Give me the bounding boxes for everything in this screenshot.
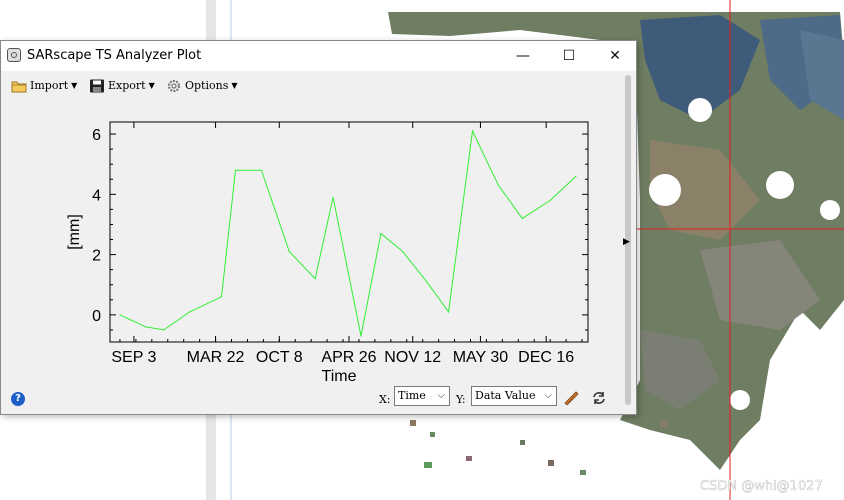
plot-frame xyxy=(109,121,589,343)
y-axis-selector-label: Y: xyxy=(456,393,466,406)
data-point xyxy=(119,314,121,316)
import-button[interactable]: Import ▼ xyxy=(11,75,77,97)
chevron-down-icon: ▼ xyxy=(231,81,238,90)
data-point xyxy=(145,326,147,328)
data-point xyxy=(260,169,262,171)
data-point xyxy=(163,329,165,331)
export-label: Export xyxy=(108,79,146,92)
data-point xyxy=(426,281,428,283)
x-tick-label: NOV 12 xyxy=(384,349,441,366)
y-axis-select-value: Data Value xyxy=(475,389,536,402)
data-point xyxy=(234,169,237,171)
data-point xyxy=(314,278,316,280)
x-tick-label: MAY 30 xyxy=(453,349,509,366)
x-tick-label: DEC 16 xyxy=(518,349,574,366)
x-axis-selector-label: X: xyxy=(379,393,391,406)
gear-icon xyxy=(167,79,181,93)
x-tick-label: MAR 22 xyxy=(187,349,245,366)
y-tick-label: 0 xyxy=(92,308,101,325)
plot-area: 0 2 4 6 SEP 3 MAR 22 OCT 8 APR 26 NOV 12 MAY 30 DE… xyxy=(92,121,589,366)
data-point xyxy=(471,130,474,132)
maximize-button[interactable]: ☐ xyxy=(546,41,592,71)
toolbar: Import ▼ Export ▼ Options ▼ xyxy=(1,75,621,99)
minimize-button[interactable]: — xyxy=(500,41,546,71)
watermark-text: CSDN @whl@1027 xyxy=(700,479,823,494)
chevron-down-icon: ⌵ xyxy=(437,390,445,401)
y-tick-label: 6 xyxy=(92,127,101,144)
options-button[interactable]: Options ▼ xyxy=(166,75,238,97)
x-axis-select[interactable]: Time ⌵ xyxy=(394,386,450,406)
app-icon xyxy=(7,48,21,62)
x-tick-label: APR 26 xyxy=(321,349,376,366)
data-point xyxy=(360,335,362,337)
data-point xyxy=(189,311,191,313)
data-point xyxy=(521,217,523,220)
y-axis-label: [mm] xyxy=(66,214,83,250)
x-tick-label: SEP 3 xyxy=(111,349,156,366)
data-point xyxy=(380,232,382,235)
save-disk-icon xyxy=(90,79,104,93)
y-axis-select[interactable]: Data Value ⌵ xyxy=(471,386,557,406)
title-bar[interactable]: SARscape TS Analyzer Plot — ☐ ✕ xyxy=(1,41,636,71)
data-point xyxy=(220,296,223,298)
time-series-chart: 0 2 4 6 SEP 3 MAR 22 OCT 8 APR 26 NOV 12 MAY 30 DE… xyxy=(66,121,589,383)
x-axis-label: Time xyxy=(322,368,357,383)
chevron-down-icon: ▼ xyxy=(71,81,78,90)
data-point xyxy=(549,199,551,201)
x-axis-select-value: Time xyxy=(398,389,426,402)
help-icon[interactable]: ? xyxy=(11,392,25,406)
ts-analyzer-window: SARscape TS Analyzer Plot — ☐ ✕ Import ▼ … xyxy=(0,40,637,415)
chevron-down-icon: ▼ xyxy=(148,81,155,90)
window-title: SARscape TS Analyzer Plot xyxy=(27,48,202,63)
export-button[interactable]: Export ▼ xyxy=(89,75,155,97)
data-point xyxy=(447,311,450,313)
bottom-controls: ? X: Time ⌵ Y: Data Value ⌵ xyxy=(1,383,621,411)
data-point xyxy=(575,175,577,177)
refresh-icon[interactable] xyxy=(591,390,607,406)
expand-panel-arrow-icon[interactable]: ▶ xyxy=(623,237,630,247)
chevron-down-icon: ⌵ xyxy=(544,390,552,401)
close-button[interactable]: ✕ xyxy=(592,41,638,71)
folder-icon xyxy=(11,81,27,93)
y-tick-label: 4 xyxy=(92,187,101,204)
y-tick-label: 2 xyxy=(92,248,101,265)
options-label: Options xyxy=(185,79,229,92)
data-point xyxy=(288,250,290,253)
data-point xyxy=(402,250,404,253)
ruler-icon[interactable] xyxy=(563,389,579,405)
data-point xyxy=(497,184,499,186)
import-label: Import xyxy=(30,79,69,92)
x-tick-label: OCT 8 xyxy=(256,349,303,366)
data-point xyxy=(332,196,334,198)
